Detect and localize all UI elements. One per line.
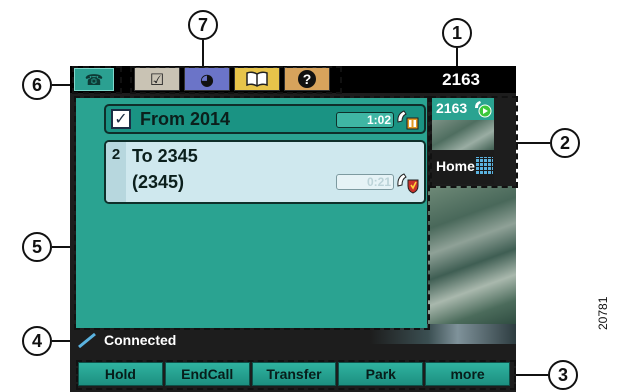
grid-icon xyxy=(476,157,493,174)
phone-icon[interactable]: ☎ xyxy=(74,68,114,91)
call-activity-area: ✓ From 2014 1:02 2 To 2345 (2345) 0:21 xyxy=(76,98,427,328)
connected-line-icon xyxy=(78,332,96,348)
figure-number: 20781 xyxy=(596,296,610,330)
book-icon[interactable] xyxy=(234,67,280,91)
globe-icon[interactable]: ◕ xyxy=(184,67,230,91)
more-softkey[interactable]: more xyxy=(425,362,510,386)
callout-5: 5 xyxy=(22,232,52,262)
transfer-softkey[interactable]: Transfer xyxy=(251,362,337,386)
help-icon[interactable]: ? xyxy=(284,67,330,91)
line-button-panel[interactable]: 2163 Home xyxy=(432,98,494,184)
feature-tabs: ☑ ◕ ? xyxy=(134,67,330,91)
call-timer: 1:02 xyxy=(336,112,394,128)
directory-number: 2163 xyxy=(442,70,480,89)
park-softkey[interactable]: Park xyxy=(338,362,424,386)
svg-text:?: ? xyxy=(303,71,312,87)
callout-3: 3 xyxy=(548,360,578,390)
hold-handset-icon xyxy=(397,110,419,130)
check-icon: ✓ xyxy=(111,109,131,129)
call-item-selected[interactable]: 2 To 2345 (2345) 0:21 xyxy=(104,140,426,204)
side-line-label: Home xyxy=(436,158,475,174)
callout-7: 7 xyxy=(188,10,218,40)
call-item-active[interactable]: ✓ From 2014 1:02 xyxy=(104,104,426,134)
secure-handset-icon xyxy=(397,173,419,194)
endcall-softkey[interactable]: EndCall xyxy=(164,362,250,386)
call-label: From 2014 xyxy=(140,109,231,129)
active-line-icon xyxy=(475,101,492,118)
callout-4: 4 xyxy=(22,326,52,356)
call-index: 2 xyxy=(106,142,126,202)
status-text: Connected xyxy=(104,332,177,348)
wallpaper xyxy=(428,186,516,326)
call-number: (2345) xyxy=(132,172,185,192)
softkey-bar: Hold EndCall Transfer Park more xyxy=(78,362,510,386)
header-bar: ☎ ☑ ◕ ? 2163 xyxy=(70,66,516,93)
wallpaper-thumb xyxy=(432,120,494,150)
checklist-icon[interactable]: ☑ xyxy=(134,67,180,91)
callout-2: 2 xyxy=(550,128,580,158)
hold-softkey[interactable]: Hold xyxy=(78,362,163,386)
call-timer: 0:21 xyxy=(336,174,394,190)
status-line: Connected xyxy=(70,330,370,350)
callout-1: 1 xyxy=(442,18,472,48)
phone-screen: ☎ ☑ ◕ ? 2163 ✓ From 2014 1:02 2 To 2345 … xyxy=(70,66,516,392)
callout-6: 6 xyxy=(22,70,52,100)
call-label: To 2345 xyxy=(132,146,198,166)
